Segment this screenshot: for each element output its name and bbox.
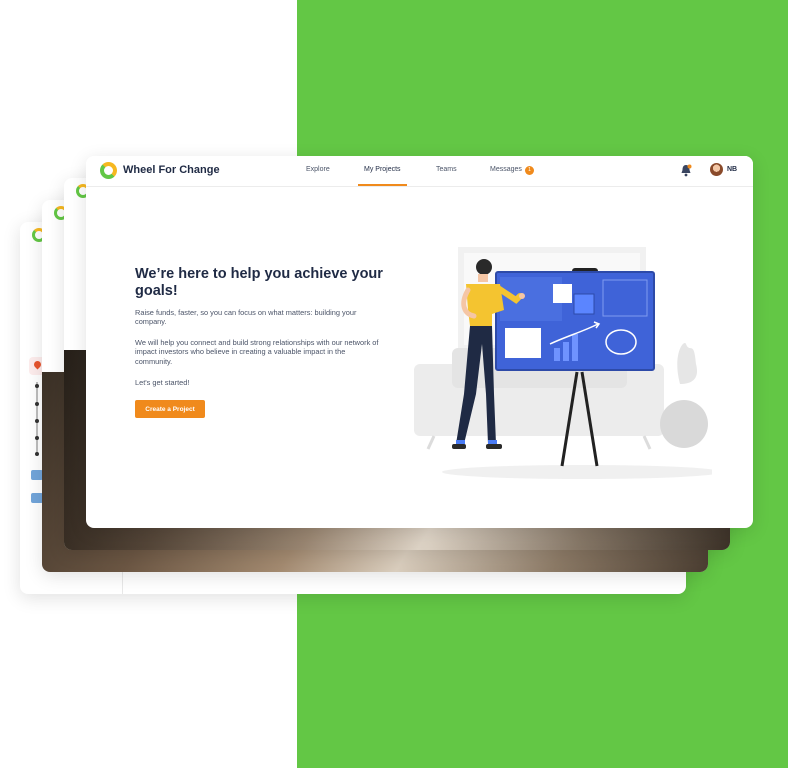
timeline-line [36, 382, 38, 454]
create-project-button[interactable]: Create a Project [135, 400, 205, 418]
messages-badge: 1 [525, 166, 534, 175]
main-screen: Wheel For Change Explore My Projects Tea… [86, 156, 753, 528]
user-initials[interactable]: NB [727, 166, 737, 173]
timeline-dot [35, 452, 39, 456]
nav-my-projects[interactable]: My Projects [364, 166, 401, 173]
network-paragraph: We will help you connect and build stron… [135, 338, 379, 366]
intro-paragraph: Raise funds, faster, so you can focus on… [135, 308, 357, 327]
timeline-dot [35, 402, 39, 406]
get-started-text: Let's get started! [135, 378, 190, 387]
timeline-dot [35, 436, 39, 440]
top-nav: Wheel For Change Explore My Projects Tea… [86, 156, 753, 187]
timeline-dot [35, 384, 39, 388]
planning-illustration [414, 247, 712, 479]
nav-messages[interactable]: Messages [490, 166, 522, 173]
timeline-dot [35, 419, 39, 423]
active-tab-indicator [358, 184, 407, 186]
logo-icon[interactable] [100, 162, 117, 179]
bell-icon[interactable] [680, 164, 692, 177]
brand-name[interactable]: Wheel For Change [123, 164, 220, 176]
avatar[interactable] [710, 163, 723, 176]
nav-teams[interactable]: Teams [436, 166, 457, 173]
page-title: We’re here to help you achieve your goal… [135, 266, 383, 299]
nav-explore[interactable]: Explore [306, 166, 330, 173]
